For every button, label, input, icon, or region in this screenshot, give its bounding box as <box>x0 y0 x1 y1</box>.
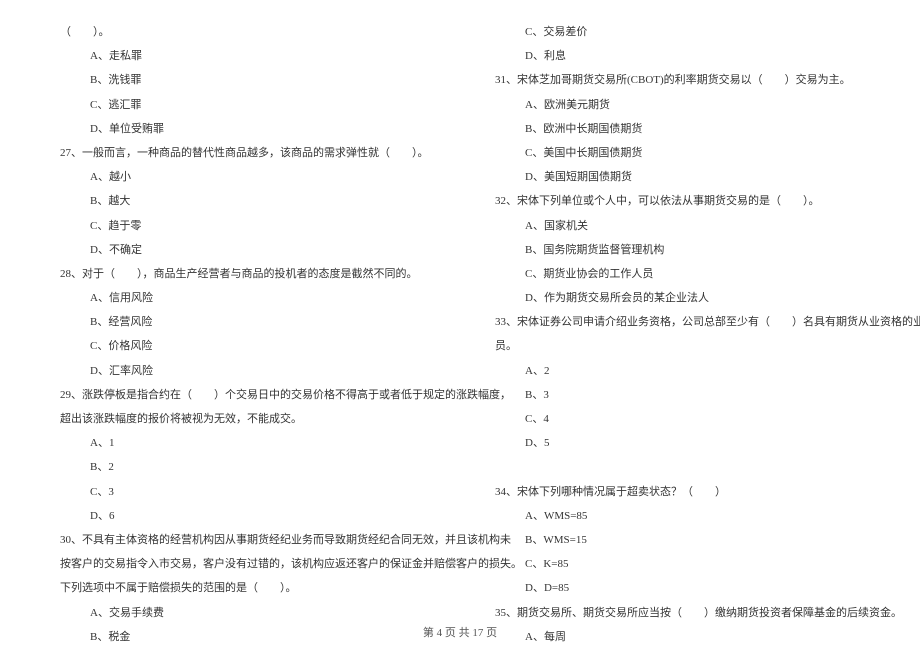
q34-a: A、WMS=85 <box>475 504 880 528</box>
q33-text2: 员。 <box>475 334 880 358</box>
q30-text2: 按客户的交易指令入市交易，客户没有过错的，该机构应返还客户的保证金并赔偿客户的损… <box>40 552 445 576</box>
q34-c: C、K=85 <box>475 552 880 576</box>
q31-a: A、欧洲美元期货 <box>475 93 880 117</box>
q33-c: C、4 <box>475 407 880 431</box>
q30-d: D、利息 <box>475 44 880 68</box>
q28-a: A、信用风险 <box>40 286 445 310</box>
q35-text: 35、期货交易所、期货交易所应当按（ ）缴纳期货投资者保障基金的后续资金。 <box>475 601 880 625</box>
q28-text: 28、对于（ ），商品生产经营者与商品的投机者的态度是截然不同的。 <box>40 262 445 286</box>
q31-c: C、美国中长期国债期货 <box>475 141 880 165</box>
q34-text: 34、宋体下列哪种情况属于超卖状态？（ ） <box>475 480 880 504</box>
q30-text3: 下列选项中不属于赔偿损失的范围的是（ ）。 <box>40 576 445 600</box>
q32-b: B、国务院期货监督管理机构 <box>475 238 880 262</box>
page-footer: 第 4 页 共 17 页 <box>0 624 920 640</box>
q26-a: A、走私罪 <box>40 44 445 68</box>
q26-d: D、单位受贿罪 <box>40 117 445 141</box>
q31-b: B、欧洲中长期国债期货 <box>475 117 880 141</box>
q33-text1: 33、宋体证券公司申请介绍业务资格，公司总部至少有（ ）名具有期货从业资格的业务… <box>475 310 880 334</box>
q27-text: 27、一般而言，一种商品的替代性商品越多，该商品的需求弹性就（ ）。 <box>40 141 445 165</box>
q28-b: B、经营风险 <box>40 310 445 334</box>
q30-a: A、交易手续费 <box>40 601 445 625</box>
q29-text2: 超出该涨跌幅度的报价将被视为无效，不能成交。 <box>40 407 445 431</box>
q28-c: C、价格风险 <box>40 334 445 358</box>
q26-c: C、逃汇罪 <box>40 93 445 117</box>
q27-d: D、不确定 <box>40 238 445 262</box>
page-content: （ ）。 A、走私罪 B、洗钱罪 C、逃汇罪 D、单位受贿罪 27、一般而言，一… <box>0 0 920 649</box>
q29-c: C、3 <box>40 480 445 504</box>
q32-d: D、作为期货交易所会员的某企业法人 <box>475 286 880 310</box>
q28-d: D、汇率风险 <box>40 359 445 383</box>
q27-c: C、趋于零 <box>40 214 445 238</box>
q29-a: A、1 <box>40 431 445 455</box>
q32-a: A、国家机关 <box>475 214 880 238</box>
q30-c: C、交易差价 <box>475 20 880 44</box>
q26-b: B、洗钱罪 <box>40 68 445 92</box>
q-fragment: （ ）。 <box>40 20 445 44</box>
left-column: （ ）。 A、走私罪 B、洗钱罪 C、逃汇罪 D、单位受贿罪 27、一般而言，一… <box>40 20 445 649</box>
q32-text: 32、宋体下列单位或个人中，可以依法从事期货交易的是（ ）。 <box>475 189 880 213</box>
q29-b: B、2 <box>40 455 445 479</box>
spacer <box>475 455 880 479</box>
q29-d: D、6 <box>40 504 445 528</box>
q29-text1: 29、涨跌停板是指合约在（ ）个交易日中的交易价格不得高于或者低于规定的涨跌幅度… <box>40 383 445 407</box>
q33-a: A、2 <box>475 359 880 383</box>
right-column: C、交易差价 D、利息 31、宋体芝加哥期货交易所(CBOT)的利率期货交易以（… <box>475 20 880 649</box>
q27-a: A、越小 <box>40 165 445 189</box>
q31-d: D、美国短期国债期货 <box>475 165 880 189</box>
q27-b: B、越大 <box>40 189 445 213</box>
q33-b: B、3 <box>475 383 880 407</box>
q34-b: B、WMS=15 <box>475 528 880 552</box>
q32-c: C、期货业协会的工作人员 <box>475 262 880 286</box>
q34-d: D、D=85 <box>475 576 880 600</box>
q30-text1: 30、不具有主体资格的经营机构因从事期货经纪业务而导致期货经纪合同无效，并且该机… <box>40 528 445 552</box>
q33-d: D、5 <box>475 431 880 455</box>
q31-text: 31、宋体芝加哥期货交易所(CBOT)的利率期货交易以（ ）交易为主。 <box>475 68 880 92</box>
